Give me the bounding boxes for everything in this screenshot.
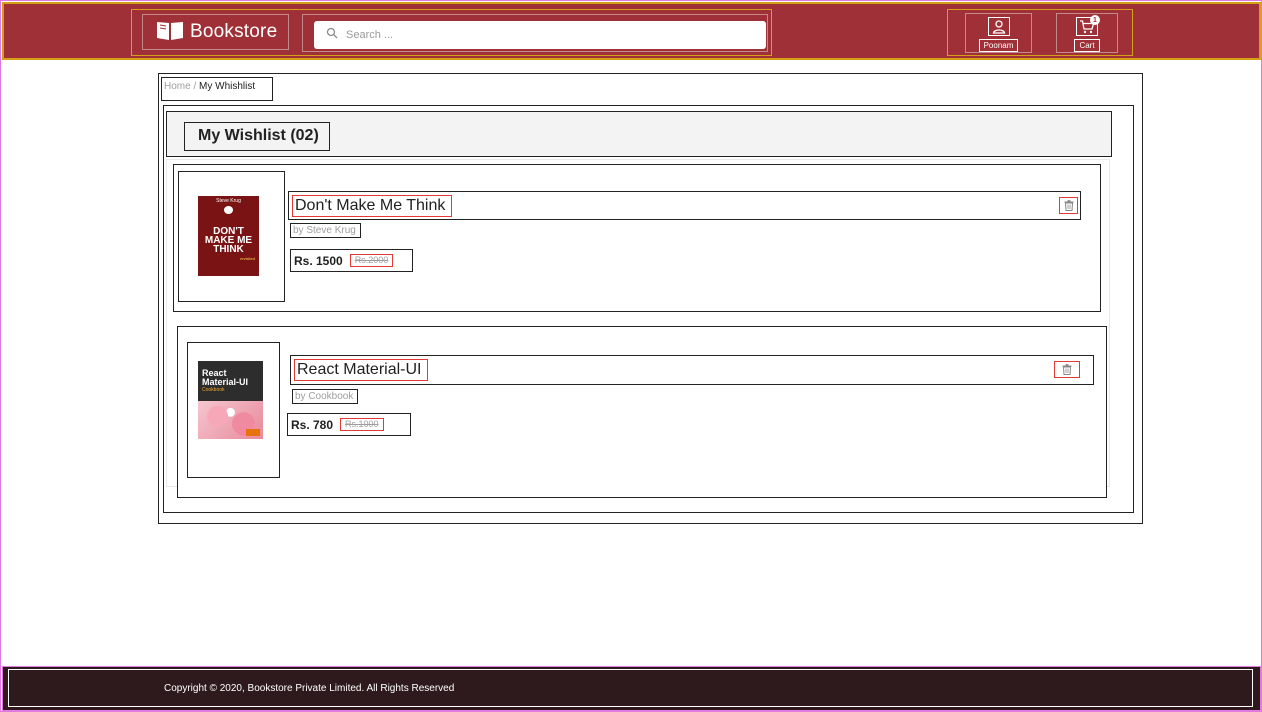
cover-author: Steve Krug [216,198,241,204]
cover-title: React Material-UI [202,368,249,387]
cover-publisher-tag [246,429,260,436]
app-header: Bookstore Poonam [2,2,1261,60]
search-icon [326,26,338,44]
search-box[interactable] [314,21,766,49]
wishlist-list: Steve Krug DON'T MAKE ME THINK revisited… [166,159,1110,498]
trash-icon [1062,364,1072,375]
cover-figure [224,206,233,214]
remove-from-wishlist-button[interactable] [1054,361,1080,378]
book-author: by Steve Krug [290,223,361,238]
footer-content: Copyright © 2020, Bookstore Private Limi… [8,669,1253,707]
search-input[interactable] [346,29,746,41]
page: Bookstore Poonam [0,0,1262,712]
wishlist-item: React Material-UI Cookbook React Materia… [177,326,1107,498]
copyright-text: Copyright © 2020, Bookstore Private Limi… [164,682,455,694]
cart-button[interactable]: 1 Cart [1056,13,1118,53]
price-row: Rs. 780 Rs.1000 [287,413,411,436]
book-original-price: Rs.1000 [340,418,384,431]
cover-subtitle: Cookbook [202,387,225,393]
book-icon [155,19,185,46]
cover-title: DON'T MAKE ME THINK [204,226,253,255]
book-title[interactable]: React Material-UI [294,359,429,381]
search-container [302,14,768,52]
wishlist-item: Steve Krug DON'T MAKE ME THINK revisited… [173,164,1101,312]
trash-icon [1064,200,1073,211]
profile-button[interactable]: Poonam [965,13,1032,53]
profile-label: Poonam [978,39,1019,52]
book-title-row: React Material-UI [290,355,1094,385]
header-actions: Poonam 1 Cart [947,9,1133,56]
brand-search-group: Bookstore [131,9,772,56]
book-cover-image: Steve Krug DON'T MAKE ME THINK revisited [198,196,259,276]
wishlist-header: My Wishlist (02) [166,111,1112,157]
breadcrumb: Home / My Whishlist [161,77,273,101]
main-content: Home / My Whishlist My Wishlist (02) Ste… [158,73,1143,524]
cover-subtitle: revisited [240,256,255,261]
book-cover-image: React Material-UI Cookbook [198,361,263,439]
book-price: Rs. 780 [291,417,334,432]
remove-from-wishlist-button[interactable] [1059,197,1078,214]
book-author: by Cookbook [292,389,359,404]
book-title-row: Don't Make Me Think [288,191,1081,220]
brand-logo[interactable]: Bookstore [142,14,289,50]
cart-count-badge: 1 [1090,15,1100,25]
book-price: Rs. 1500 [294,253,343,268]
book-cover-frame[interactable]: React Material-UI Cookbook [187,342,280,478]
price-row: Rs. 1500 Rs.2000 [290,249,413,272]
wishlist-panel: My Wishlist (02) Steve Krug DON'T MAKE M… [163,105,1134,513]
book-title[interactable]: Don't Make Me Think [292,195,453,217]
wishlist-title: My Wishlist (02) [184,122,330,151]
breadcrumb-separator: / [190,81,200,92]
cart-icon: 1 [1076,15,1100,36]
user-icon [987,17,1010,36]
book-cover-frame[interactable]: Steve Krug DON'T MAKE ME THINK revisited [178,171,285,302]
breadcrumb-current: My Whishlist [199,81,256,92]
app-footer: Copyright © 2020, Bookstore Private Limi… [2,666,1261,711]
breadcrumb-home[interactable]: Home [164,81,191,92]
cart-label: Cart [1074,39,1100,52]
book-original-price: Rs.2000 [349,254,394,267]
brand-name: Bookstore [190,21,278,42]
